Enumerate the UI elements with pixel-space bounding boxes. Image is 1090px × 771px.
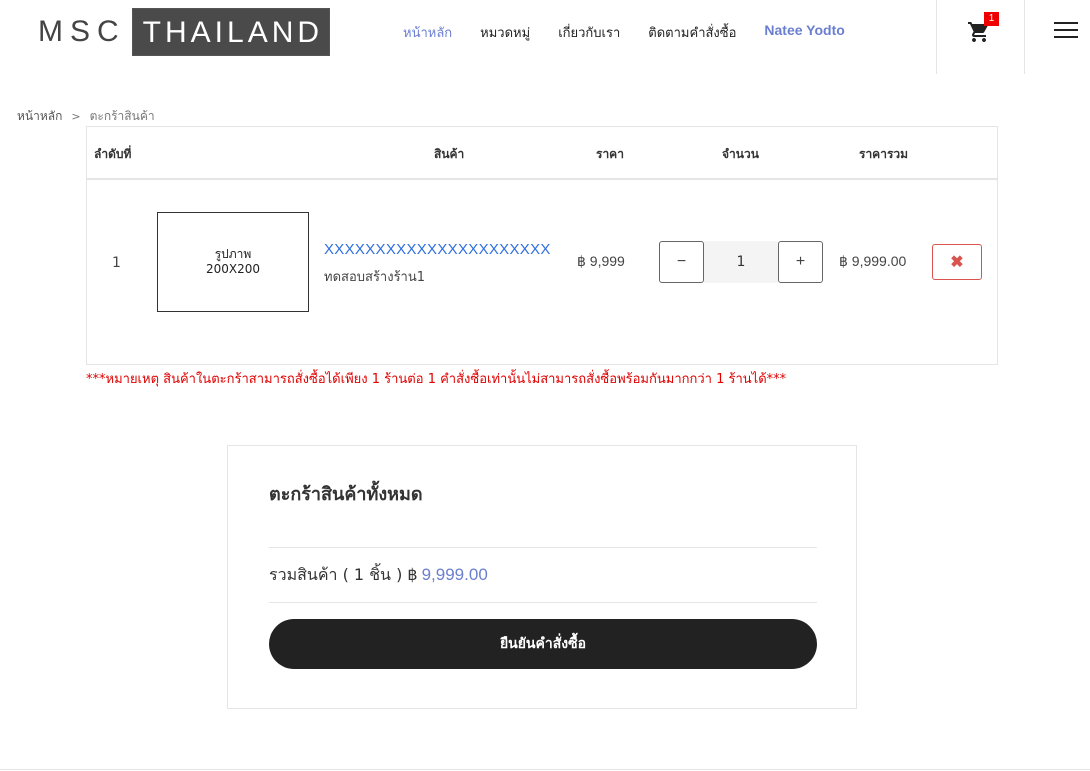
summary-title: ตะกร้าสินค้าทั้งหมด	[269, 484, 423, 505]
row-subtotal: ฿ 9,999.00	[839, 253, 907, 269]
product-image-size: 200X200	[205, 262, 261, 276]
nav-home[interactable]: หน้าหลัก	[403, 22, 452, 43]
close-icon: ✖	[950, 254, 964, 271]
hamburger-menu-icon[interactable]	[1054, 22, 1078, 42]
summary-divider	[269, 547, 817, 548]
cart-table-header: ลำดับที่ สินค้า ราคา จำนวน ราคารวม	[87, 127, 997, 180]
breadcrumb-home[interactable]: หน้าหลัก	[17, 107, 62, 126]
quantity-decrease-button[interactable]: −	[659, 241, 704, 283]
summary-total: รวมสินค้า ( 1 ชิ้น ) ฿ 9,999.00	[269, 563, 488, 588]
product-price: ฿ 9,999	[577, 253, 625, 269]
header-no: ลำดับที่	[94, 147, 132, 161]
main-nav: หน้าหลัก หมวดหมู่ เกี่ยวกับเรา ติดตามคำส…	[403, 22, 873, 43]
quantity-input[interactable]: 1	[704, 241, 778, 283]
footer-divider	[0, 769, 1090, 770]
summary-total-amount: 9,999.00	[421, 565, 488, 584]
product-image-label: รูปภาพ	[214, 247, 252, 261]
shop-name: ทดสอบสร้างร้าน1	[324, 270, 426, 285]
header-product: สินค้า	[434, 147, 465, 161]
site-header: MSC THAILAND หน้าหลัก หมวดหมู่ เกี่ยวกับ…	[0, 0, 1090, 74]
summary-divider	[269, 602, 817, 603]
cart-count-badge: 1	[984, 12, 999, 26]
logo-text-msc: MSC	[38, 15, 126, 48]
cart-table: ลำดับที่ สินค้า ราคา จำนวน ราคารวม 1 รูป…	[86, 126, 998, 365]
product-image[interactable]: รูปภาพ 200X200	[157, 212, 309, 312]
quantity-increase-button[interactable]: +	[778, 241, 823, 283]
remove-item-button[interactable]: ✖	[932, 244, 982, 280]
cart-note: ***หมายเหตุ สินค้าในตะกร้าสามารถสั่งซื้อ…	[86, 372, 787, 387]
breadcrumb-separator-icon: >	[71, 110, 81, 123]
site-logo[interactable]: MSC THAILAND	[38, 8, 331, 56]
breadcrumb: หน้าหลัก > ตะกร้าสินค้า	[17, 107, 155, 126]
nav-user-account[interactable]: Natee Yodto	[764, 22, 844, 43]
header-quantity: จำนวน	[722, 147, 759, 161]
logo-text-thailand: THAILAND	[131, 8, 331, 56]
header-total: ราคารวม	[859, 147, 909, 161]
summary-total-label: รวมสินค้า ( 1 ชิ้น ) ฿	[269, 565, 418, 584]
product-name-link[interactable]: XXXXXXXXXXXXXXXXXXXXXX	[324, 241, 551, 258]
confirm-order-button[interactable]: ยืนยันคำสั่งซื้อ	[269, 619, 817, 669]
nav-about[interactable]: เกี่ยวกับเรา	[558, 22, 620, 43]
nav-categories[interactable]: หมวดหมู่	[480, 22, 530, 43]
cart-summary: ตะกร้าสินค้าทั้งหมด รวมสินค้า ( 1 ชิ้น )…	[227, 445, 857, 709]
nav-track-order[interactable]: ติดตามคำสั่งซื้อ	[648, 22, 736, 43]
breadcrumb-current: ตะกร้าสินค้า	[89, 109, 155, 123]
row-number: 1	[112, 255, 121, 271]
header-price: ราคา	[596, 147, 624, 161]
cart-button[interactable]	[936, 0, 1025, 74]
